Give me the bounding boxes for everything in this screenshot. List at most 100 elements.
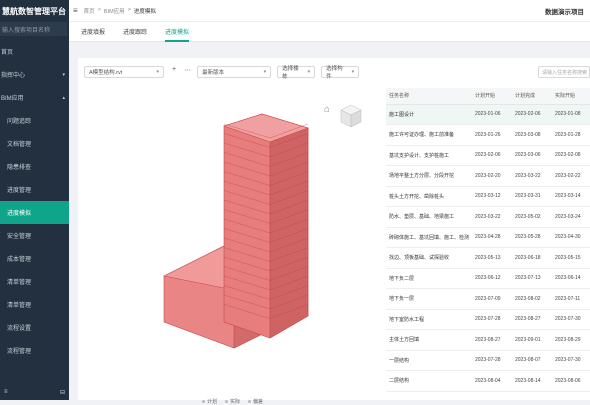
table-cell: 2023-08-06 (552, 370, 590, 392)
table-row[interactable]: 二层结构 2023-08-04 2023-08-14 2023-08-06 (386, 370, 590, 392)
project-search-input[interactable]: 输入搜索项目名称 (0, 22, 67, 36)
tab[interactable]: 进度模拟 (165, 22, 190, 42)
table-cell: 2023-02-06 (472, 145, 512, 166)
table-cell: 场地平整土方分层、分段开挖 (386, 165, 472, 187)
breadcrumb-item[interactable]: 进度模拟 (134, 7, 156, 15)
table-cell: 2023-08-02 (512, 288, 552, 310)
table-body: 施工图设计 2023-01-06 2023-02-06 2023-01-08 施工许可证… (386, 104, 590, 392)
legend-dot-icon (248, 400, 252, 404)
sidebar: 慧航数智管理平台 输入搜索项目名称 首页 指挥中心 ▾ BIM应用 ▴ 问题追踪文档管理隐… (0, 0, 69, 400)
breadcrumb-separator: > (97, 6, 101, 13)
tab-bar: 进度填报 进度跟踪 进度模拟 (69, 22, 590, 42)
task-search-input[interactable]: 请输入任务名称搜索 (538, 66, 590, 78)
table-row[interactable]: 桩头土方开挖、凿除桩头 2023-03-12 2023-03-31 2023-03-1… (386, 186, 590, 207)
sidebar-item[interactable]: 成本管理 (0, 247, 69, 270)
sidebar-item-label: 安全管理 (7, 234, 32, 240)
sidebar-item[interactable]: 安全管理 (0, 224, 69, 247)
collapse-icon[interactable]: ⊟ (60, 389, 65, 396)
component-select[interactable]: 选择构件 ▾ (321, 66, 360, 80)
sidebar-item-label: 流程设置 (7, 326, 32, 332)
table-cell: 防水、垫层、基础、地梁施工 (386, 206, 472, 228)
table-cell: 2023-01-08 (552, 104, 590, 125)
app-title: 慧航数智管理平台 (2, 6, 66, 16)
table-cell: 2023-07-28 (472, 350, 512, 371)
table-cell: 2023-01-28 (552, 124, 590, 146)
home-icon[interactable]: ⌂ (324, 104, 330, 115)
sidebar-item-label: 文档管理 (7, 142, 32, 148)
table-cell: 2023-06-12 (472, 268, 512, 289)
sidebar-item[interactable]: 首页 (0, 40, 69, 63)
table-row[interactable]: 基坑支护设计、支护桩施工 2023-02-06 2023-03-06 2023-02-… (386, 145, 590, 166)
sidebar-item[interactable]: 流程设置 (0, 316, 69, 339)
column-header[interactable]: 任务名称 (386, 88, 472, 105)
sidebar-item[interactable]: 清单管理 (0, 293, 69, 316)
table-cell: 2023-07-28 (472, 309, 512, 330)
table-row[interactable]: 一层结构 2023-07-28 2023-08-07 2023-07-30 (386, 350, 590, 371)
table-cell: 桩头土方开挖、凿除桩头 (386, 186, 472, 207)
table-cell: 2023-07-30 (552, 350, 590, 371)
chevron-down-icon: ▾ (263, 69, 267, 75)
sidebar-item[interactable]: 指挥中心 ▾ (0, 63, 69, 86)
sidebar-item[interactable]: 清单管理 (0, 270, 69, 293)
table-cell: 2023-05-15 (552, 247, 590, 269)
table-row[interactable]: 施工图设计 2023-01-06 2023-02-06 2023-01-08 (386, 104, 590, 125)
table-row[interactable]: 地下室防水工程 2023-07-28 2023-08-27 2023-07-30 (386, 309, 590, 330)
breadcrumb-item[interactable]: 首页 (84, 7, 95, 15)
table-cell: 2023-06-14 (552, 268, 590, 289)
table-cell: 2023-05-28 (512, 227, 552, 248)
table-cell: 2023-08-07 (512, 350, 552, 371)
table-row[interactable]: 主体土方回填 2023-08-27 2023-09-01 2023-08-29 (386, 329, 590, 351)
table-row[interactable]: 防水、垫层、基础、地梁施工 2023-03-22 2023-05-02 2023-03… (386, 206, 590, 228)
building-select[interactable]: 选择楼栋 ▾ (277, 66, 316, 80)
table-cell: 施工许可证办理、施工前准备 (386, 124, 472, 146)
sidebar-item-label: 成本管理 (7, 257, 32, 263)
sidebar-item[interactable]: 流程管理 (0, 339, 69, 362)
bim-model-viewer[interactable]: ⌂ 计划 实际 偏差 (84, 86, 380, 405)
table-cell: 地下负一层 (386, 288, 472, 310)
table-cell: 2023-01-06 (472, 104, 512, 125)
filter-bar: A模型结构.rvt ▾ + ⋯ 最新版本 ▾ 选择楼栋 ▾ 选择构件 ▾ (84, 66, 360, 80)
table-cell: 2023-02-20 (472, 165, 512, 187)
tab[interactable]: 进度填报 (81, 22, 105, 42)
legend-dot-icon (225, 400, 229, 404)
legend-item: 计划 (202, 398, 217, 405)
sidebar-item[interactable]: 问题追踪 (0, 109, 69, 132)
chevron-down-icon: ▾ (156, 69, 159, 75)
table-row[interactable]: 砖砌体施工、基坑回填、施工、检测 2023-04-28 2023-05-28 2023… (386, 227, 590, 248)
task-table: 任务名称 计划开始 计划完成 实际开始 施工图设计 2023-01-06 2023-02-… (386, 88, 590, 400)
table-cell: 2023-05-02 (512, 206, 552, 228)
table-row[interactable]: 地下负二层 2023-06-12 2023-07-13 2023-06-14 (386, 268, 590, 289)
table-cell: 2023-07-09 (472, 288, 512, 310)
chevron-down-icon: ▾ (307, 69, 311, 75)
sidebar-item[interactable]: 文档管理 (0, 132, 69, 155)
collapse-menu-icon[interactable]: ≡ (73, 6, 78, 15)
model-select-value: A模型结构.rvt (89, 70, 123, 76)
main-panel: A模型结构.rvt ▾ + ⋯ 最新版本 ▾ 选择楼栋 ▾ 选择构件 ▾ 请输入… (78, 58, 590, 405)
sidebar-item[interactable]: 进度模拟 (0, 201, 69, 224)
sidebar-item[interactable]: BIM应用 ▴ (0, 86, 69, 109)
table-cell: 2023-08-04 (472, 370, 512, 392)
column-header[interactable]: 计划完成 (512, 88, 552, 105)
table-row[interactable]: 找边、顶板基础、试探验收 2023-05-13 2023-06-18 2023-05-… (386, 247, 590, 269)
table-row[interactable]: 地下负一层 2023-07-09 2023-08-02 2023-07-11 (386, 288, 590, 310)
sidebar-item-label: 进度模拟 (7, 211, 32, 217)
column-header[interactable]: 计划开始 (472, 88, 512, 105)
table-cell: 一层结构 (386, 350, 472, 371)
more-icon[interactable]: ⋯ (184, 66, 191, 78)
table-row[interactable]: 场地平整土方分层、分段开挖 2023-02-20 2023-03-22 2023-02… (386, 165, 590, 187)
sidebar-menu: 首页 指挥中心 ▾ BIM应用 ▴ 问题追踪文档管理隐患排查进度管理进度模拟安全管理成本管… (0, 40, 69, 362)
tab[interactable]: 进度跟踪 (123, 22, 147, 42)
view-cube-icon[interactable] (340, 104, 362, 128)
add-icon[interactable]: + (172, 66, 176, 78)
menu-icon[interactable]: ≡ (4, 389, 8, 396)
column-header[interactable]: 实际开始 (552, 88, 590, 105)
project-name[interactable]: 数据演示项目 (545, 6, 584, 16)
sidebar-item-label: 隐患排查 (7, 165, 32, 171)
model-select[interactable]: A模型结构.rvt ▾ (84, 66, 164, 78)
sidebar-item[interactable]: 隐患排查 (0, 155, 69, 178)
breadcrumb-item[interactable]: BIM应用 (104, 7, 125, 15)
table-cell: 2023-07-13 (512, 268, 552, 289)
sidebar-item[interactable]: 进度管理 (0, 178, 69, 201)
table-row[interactable]: 施工许可证办理、施工前准备 2023-01-26 2023-03-08 2023-01… (386, 124, 590, 146)
version-select[interactable]: 最新版本 ▾ (197, 66, 272, 78)
